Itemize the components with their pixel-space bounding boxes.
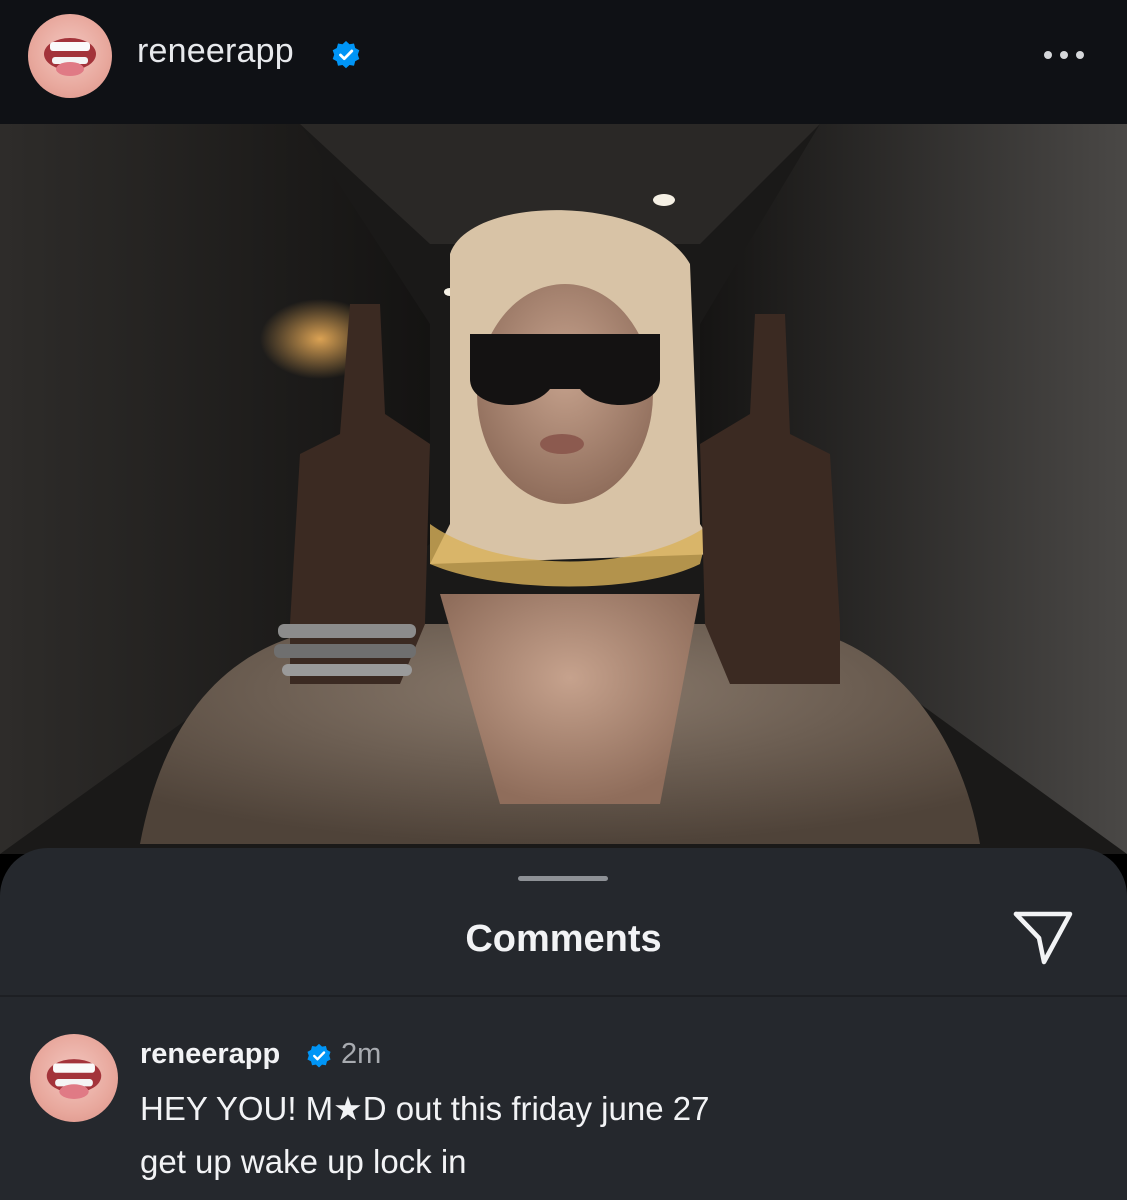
sheet-grabber-handle[interactable] — [518, 876, 608, 881]
mouth-avatar-image — [44, 38, 96, 76]
mouth-avatar-image — [46, 1059, 102, 1099]
post-header: reneerapp — [0, 0, 1127, 124]
comments-sheet: Comments reneerapp 2m HEY YOU! M★D out t… — [0, 848, 1127, 1200]
comment-username[interactable]: reneerapp — [140, 1038, 280, 1071]
comment-item[interactable]: reneerapp 2m HEY YOU! M★D out this frida… — [0, 998, 1127, 1200]
header-username[interactable]: reneerapp — [137, 32, 294, 71]
comment-text-line-2: get up wake up lock in — [140, 1143, 467, 1180]
post-photo[interactable] — [0, 124, 1127, 854]
photo-image — [0, 124, 1127, 854]
verified-badge-icon — [307, 1043, 331, 1068]
verified-badge-icon — [332, 41, 360, 69]
comment-avatar[interactable] — [30, 1034, 118, 1122]
sheet-divider — [0, 995, 1127, 997]
more-horizontal-icon[interactable] — [1039, 40, 1089, 70]
profile-avatar[interactable] — [28, 14, 112, 98]
share-paper-plane-icon[interactable] — [1012, 908, 1074, 966]
comment-text-line-1: HEY YOU! M★D out this friday june 27 — [140, 1090, 710, 1127]
comment-timestamp: 2m — [341, 1038, 382, 1070]
comments-title: Comments — [465, 918, 662, 960]
